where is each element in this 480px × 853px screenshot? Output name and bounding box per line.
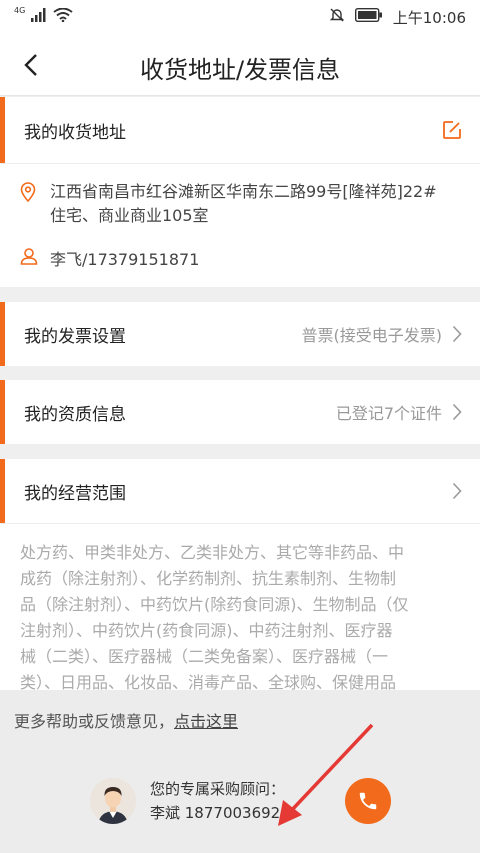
call-button[interactable] — [345, 778, 391, 824]
chevron-right-icon — [452, 482, 462, 500]
help-text: 更多帮助或反馈意见， — [14, 712, 175, 731]
mute-bell-icon — [329, 7, 345, 27]
phone-icon — [359, 792, 377, 810]
invoice-settings-row[interactable]: 我的发票设置 普票(接受电子发票) — [0, 302, 480, 366]
status-bar: 4G 上午10:06 — [0, 0, 480, 34]
scope-line: 成药（除注射剂）、化学药制剂、抗生素制剂、生物制 — [20, 569, 397, 588]
battery-icon — [354, 7, 383, 26]
help-area: 更多帮助或反馈意见，点击这里 — [0, 690, 480, 853]
qualification-info-value: 已登记7个证件 — [335, 404, 442, 423]
contact-row: 李飞/17379151871 — [0, 228, 480, 270]
help-link[interactable]: 点击这里 — [174, 712, 238, 731]
scope-line: 注射剂）、中药饮片(药食同源)、中药注射剂、医疗器 — [20, 621, 393, 640]
page-title: 收货地址/发票信息 — [139, 56, 341, 84]
invoice-settings-value: 普票(接受电子发票) — [301, 326, 443, 345]
contact-name-phone: 李飞/17379151871 — [50, 250, 200, 269]
business-scope-row[interactable]: 我的经营范围 — [0, 459, 480, 523]
location-pin-icon — [20, 180, 50, 228]
business-scope-text: 处方药、甲类非处方、乙类非处方、其它等非药品、中 成药（除注射剂）、化学药制剂、… — [0, 524, 480, 706]
help-feedback-line: 更多帮助或反馈意见，点击这里 — [14, 708, 238, 732]
address-row: 江西省南昌市红谷滩新区华南东二路99号[隆祥苑]22# 住宅、商业商业105室 — [0, 164, 480, 228]
qualification-info-row[interactable]: 我的资质信息 已登记7个证件 — [0, 380, 480, 444]
business-scope-card: 我的经营范围 处方药、甲类非处方、乙类非处方、其它等非药品、中 成药（除注射剂）… — [0, 459, 480, 692]
qualification-info-title: 我的资质信息 — [24, 404, 126, 425]
shipping-address-header: 我的收货地址 — [0, 97, 480, 163]
signal-icon — [31, 8, 47, 26]
scope-line: 品（除注射剂）、中药饮片(除药食同源)、生物制品（仅 — [20, 595, 409, 614]
nav-bar: 收货地址/发票信息 — [0, 34, 480, 96]
invoice-settings-title: 我的发票设置 — [24, 326, 126, 347]
advisor-name-phone: 李斌 18770036925 — [150, 804, 290, 822]
shipping-address-title: 我的收货地址 — [24, 122, 126, 143]
address-line-2: 住宅、商业商业105室 — [50, 206, 209, 225]
chevron-right-icon — [452, 325, 462, 343]
edit-icon[interactable] — [442, 120, 462, 140]
chevron-right-icon — [452, 403, 462, 421]
purchase-advisor: 您的专属采购顾问： 李斌 18770036925 — [90, 777, 290, 825]
scope-line: 械（二类）、医疗器械（二类免备案）、医疗器械（一 — [20, 647, 389, 666]
advisor-label: 您的专属采购顾问： — [150, 780, 286, 798]
shipping-address-card: 我的收货地址 江西省南昌市红谷滩新区华南东二路99号[隆祥苑]22# 住宅、商业… — [0, 97, 480, 287]
business-scope-title: 我的经营范围 — [24, 483, 126, 504]
scope-line: 处方药、甲类非处方、乙类非处方、其它等非药品、中 — [20, 543, 405, 562]
wifi-icon — [53, 7, 73, 26]
person-icon — [20, 247, 50, 269]
address-line-1: 江西省南昌市红谷滩新区华南东二路99号[隆祥苑]22# — [50, 182, 437, 201]
avatar — [90, 778, 136, 824]
clock-time: 上午10:06 — [392, 8, 466, 27]
network-type-label: 4G — [14, 6, 26, 15]
